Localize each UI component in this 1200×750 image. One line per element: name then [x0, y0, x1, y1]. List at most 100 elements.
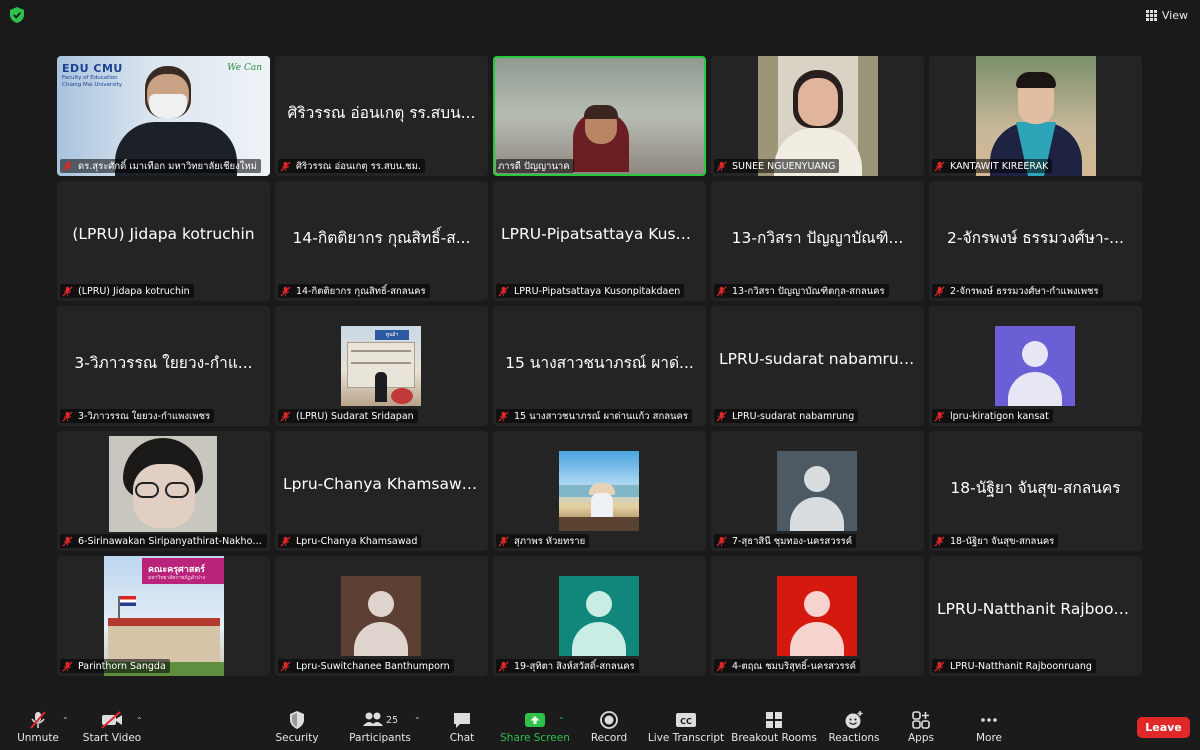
share-screen-icon	[525, 713, 545, 727]
default-avatar-icon	[341, 576, 421, 656]
participants-button[interactable]: 25 Participants	[349, 710, 411, 750]
participant-tile[interactable]: LPRU-Natthanit Rajboon... LPRU-Natthanit…	[929, 556, 1142, 676]
name-label: 2-จักรพงษ์ ธรรมวงศ์ษา-กำแพงเพชร	[932, 284, 1103, 298]
mic-muted-icon	[62, 660, 73, 672]
name-label: LPRU-Pipatsattaya Kusonpitakdaen	[496, 284, 685, 298]
participant-tile[interactable]: 15 นางสาวชนาภรณ์ ผาด่... 15 นางสาวชนาภรณ…	[493, 306, 706, 426]
mic-muted-icon	[280, 660, 291, 672]
mic-muted-icon	[280, 285, 291, 297]
name-label: 4-ตฤณ ชมบริสุทธิ์-นครสวรรค์	[714, 659, 861, 673]
participants-options-caret[interactable]: ⌃	[414, 716, 421, 725]
participant-display-name: 3-วิภาวรรณ ใยยวง-กำแ...	[74, 354, 253, 372]
mic-muted-icon	[716, 160, 727, 172]
participant-tile[interactable]: lpru-kiratigon kansat	[929, 306, 1142, 426]
mic-muted-icon	[280, 410, 291, 422]
participant-display-name: Lpru-Chanya Khamsawad	[283, 475, 480, 493]
participant-tile[interactable]: EDU CMU Faculty of Education Chiang Mai …	[57, 56, 270, 176]
closed-caption-icon: CC	[676, 713, 696, 727]
participant-tile[interactable]: 4-ตฤณ ชมบริสุทธิ์-นครสวรรค์	[711, 556, 924, 676]
apps-button[interactable]: Apps	[906, 710, 936, 750]
participant-tile[interactable]: SUNEE NGUENYUANG	[711, 56, 924, 176]
participant-tile[interactable]: (LPRU) Jidapa kotruchin (LPRU) Jidapa ko…	[57, 181, 270, 301]
profile-picture	[758, 56, 878, 176]
share-options-caret[interactable]: ⌃	[558, 716, 565, 725]
participant-display-name: 18-นัฐิยา จันสุข-สกลนคร	[950, 479, 1121, 497]
name-label: KANTAWIT KIREERAK	[932, 159, 1053, 173]
name-label: 7-สุธาสินี ชุมทอง-นครสวรรค์	[714, 534, 857, 548]
mic-muted-icon	[62, 285, 73, 297]
name-label: ดร.สุระศักดิ์ เมาเทือก มหาวิทยาลัยเชียงใ…	[60, 159, 261, 173]
participant-display-name: LPRU-Pipatsattaya Kuso...	[501, 225, 698, 243]
mic-muted-icon	[62, 160, 73, 172]
audio-options-caret[interactable]: ⌃	[62, 716, 69, 725]
name-label: สุภาพร หัวยทราย	[496, 534, 590, 548]
more-dots-icon	[981, 718, 997, 722]
name-label: Parinthorn Sangda	[60, 659, 170, 673]
mic-muted-icon	[934, 285, 945, 297]
participant-tile[interactable]: 2-จักรพงษ์ ธรรมวงศ์ษา-... 2-จักรพงษ์ ธรร…	[929, 181, 1142, 301]
participant-tile[interactable]: ศิริวรรณ อ่อนเกตุ รร.สบน... ศิริวรรณ อ่อ…	[275, 56, 488, 176]
participant-tile[interactable]: LPRU-sudarat nabamrung LPRU-sudarat naba…	[711, 306, 924, 426]
participant-tile-active-speaker[interactable]: ภารดี ปัญญานาค	[493, 56, 706, 176]
name-label: ภารดี ปัญญานาค	[496, 159, 574, 173]
unmute-button[interactable]: Unmute	[17, 710, 59, 750]
shield-check-icon[interactable]	[10, 7, 24, 23]
name-label: LPRU-Natthanit Rajboonruang	[932, 659, 1096, 673]
participant-tile[interactable]: LPRU-Pipatsattaya Kuso... LPRU-Pipatsatt…	[493, 181, 706, 301]
participant-tile[interactable]: Lpru-Suwitchanee Banthumporn	[275, 556, 488, 676]
participant-display-name: 15 นางสาวชนาภรณ์ ผาด่...	[505, 354, 694, 372]
participant-tile[interactable]: 7-สุธาสินี ชุมทอง-นครสวรรค์	[711, 431, 924, 551]
record-button[interactable]: Record	[590, 710, 628, 750]
name-label: 19-สุทิตา สิงห์สวัสดิ์-สกลนคร	[496, 659, 639, 673]
meeting-toolbar: Unmute ⌃ Start Video ⌃ Security 25 Parti…	[0, 706, 1200, 750]
name-label: Lpru-Chanya Khamsawad	[278, 534, 422, 548]
participant-tile[interactable]: 18-นัฐิยา จันสุข-สกลนคร 18-นัฐิยา จันสุข…	[929, 431, 1142, 551]
chat-bubble-icon	[454, 713, 470, 728]
top-bar: View	[0, 0, 1200, 30]
name-label: Lpru-Suwitchanee Banthumporn	[278, 659, 454, 673]
participant-tile[interactable]: ศูนย์ฯ (LPRU) Sudarat Sridapan	[275, 306, 488, 426]
grid-icon	[1145, 9, 1157, 21]
participant-display-name: LPRU-sudarat nabamrung	[719, 350, 916, 368]
participant-tile[interactable]: 19-สุทิตา สิงห์สวัสดิ์-สกลนคร	[493, 556, 706, 676]
mic-muted-icon	[62, 535, 73, 547]
participant-display-name: ศิริวรรณ อ่อนเกตุ รร.สบน...	[287, 104, 476, 122]
participant-tile[interactable]: 14-กิตติยากร กุณสิทธิ์-ส... 14-กิตติยากร…	[275, 181, 488, 301]
participant-tile[interactable]: คณะครุศาสตร์ มหาวิทยาลัยราชภัฏลำปาง Pari…	[57, 556, 270, 676]
breakout-rooms-button[interactable]: Breakout Rooms	[731, 710, 817, 750]
name-label: 14-กิตติยากร กุณสิทธิ์-สกลนคร	[278, 284, 430, 298]
mic-muted-icon	[498, 285, 509, 297]
name-label: ศิริวรรณ อ่อนเกตุ รร.สบน.ชม.	[278, 159, 425, 173]
microphone-muted-icon	[30, 711, 46, 729]
default-avatar-icon	[777, 576, 857, 656]
start-video-button[interactable]: Start Video	[83, 710, 141, 750]
mic-muted-icon	[716, 410, 727, 422]
live-transcript-button[interactable]: CC Live Transcript	[648, 710, 724, 750]
name-label: (LPRU) Sudarat Sridapan	[278, 409, 418, 423]
chat-button[interactable]: Chat	[448, 710, 476, 750]
default-avatar-icon	[559, 576, 639, 656]
video-options-caret[interactable]: ⌃	[136, 716, 143, 725]
mic-muted-icon	[934, 535, 945, 547]
logo: EDU CMU	[62, 62, 123, 75]
name-label: (LPRU) Jidapa kotruchin	[60, 284, 194, 298]
mic-muted-icon	[934, 160, 945, 172]
breakout-rooms-icon	[766, 712, 782, 728]
participant-tile[interactable]: Lpru-Chanya Khamsawad Lpru-Chanya Khamsa…	[275, 431, 488, 551]
profile-picture: คณะครุศาสตร์ มหาวิทยาลัยราชภัฏลำปาง	[104, 556, 224, 676]
shield-icon	[290, 711, 304, 729]
reactions-button[interactable]: Reactions	[828, 710, 880, 750]
participant-tile[interactable]: 6-Sirinawakan Siripanyathirat-Nakhon...	[57, 431, 270, 551]
participant-tile[interactable]: KANTAWIT KIREERAK	[929, 56, 1142, 176]
view-button[interactable]: View	[1145, 6, 1188, 24]
profile-picture	[976, 56, 1096, 176]
mic-muted-icon	[498, 660, 509, 672]
participant-tile[interactable]: 13-กวิสรา ปัญญาบัณฑิ... 13-กวิสรา ปัญญาบ…	[711, 181, 924, 301]
participant-tile[interactable]: สุภาพร หัวยทราย	[493, 431, 706, 551]
more-button[interactable]: More	[974, 710, 1004, 750]
participant-tile[interactable]: 3-วิภาวรรณ ใยยวง-กำแ... 3-วิภาวรรณ ใยยวง…	[57, 306, 270, 426]
leave-button[interactable]: Leave	[1137, 717, 1190, 738]
mic-muted-icon	[934, 660, 945, 672]
default-avatar-icon	[777, 451, 857, 531]
security-button[interactable]: Security	[275, 710, 319, 750]
